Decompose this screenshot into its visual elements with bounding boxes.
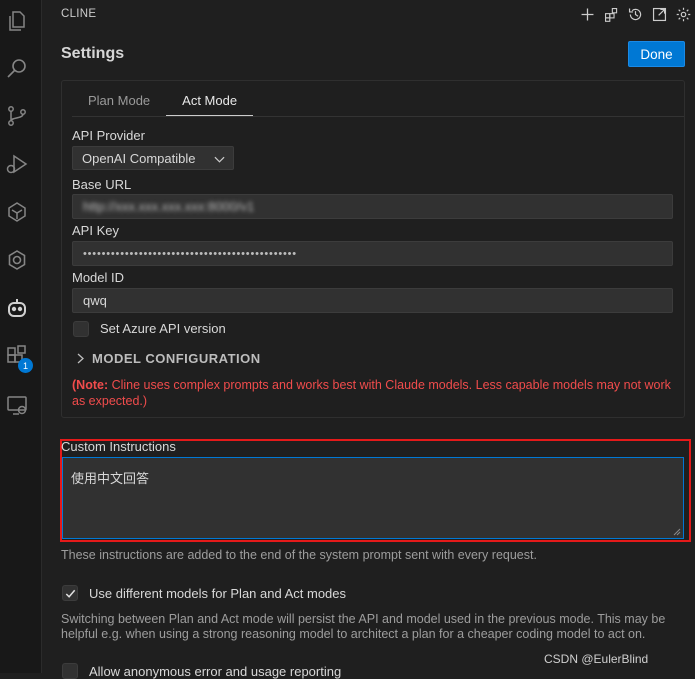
api-provider-label: API Provider bbox=[72, 128, 145, 143]
note-prefix: (Note: bbox=[72, 378, 109, 392]
ai-chat-icon[interactable] bbox=[4, 247, 30, 273]
checkmark-icon bbox=[65, 589, 75, 598]
cline-robot-icon[interactable] bbox=[4, 295, 30, 321]
telemetry-label: Allow anonymous error and usage reportin… bbox=[89, 664, 342, 679]
watermark: CSDN @EulerBlind bbox=[544, 652, 649, 666]
model-configuration-toggle[interactable]: MODEL CONFIGURATION bbox=[76, 351, 261, 366]
done-button[interactable]: Done bbox=[628, 41, 685, 67]
note-text: Cline uses complex prompts and works bes… bbox=[72, 378, 671, 408]
tab-act-mode[interactable]: Act Mode bbox=[166, 89, 254, 117]
gear-icon[interactable] bbox=[673, 4, 693, 24]
panel-toolbar bbox=[577, 4, 693, 24]
ai-assistant-icon[interactable] bbox=[4, 199, 30, 225]
api-provider-select[interactable]: OpenAI Compatible bbox=[72, 146, 234, 170]
plus-icon[interactable] bbox=[577, 4, 597, 24]
model-id-input[interactable]: qwq bbox=[72, 288, 673, 313]
model-configuration-label: MODEL CONFIGURATION bbox=[92, 351, 261, 366]
azure-api-version-checkbox[interactable] bbox=[73, 321, 89, 337]
custom-instructions-value: 使用中文回答 bbox=[71, 471, 150, 486]
api-key-input[interactable]: ••••••••••••••••••••••••••••••••••••••••… bbox=[72, 241, 673, 266]
api-key-label: API Key bbox=[72, 223, 119, 238]
model-id-value: qwq bbox=[83, 293, 107, 308]
base-url-value: http://xxx.xxx.xxx.xxx:8000/v1 bbox=[83, 199, 255, 214]
open-in-editor-icon[interactable] bbox=[649, 4, 669, 24]
custom-instructions-textarea[interactable]: 使用中文回答 bbox=[62, 457, 684, 539]
remote-explorer-icon[interactable] bbox=[4, 392, 30, 418]
extensions-badge: 1 bbox=[18, 358, 33, 373]
api-key-value: ••••••••••••••••••••••••••••••••••••••••… bbox=[83, 247, 297, 260]
plan-act-models-checkbox[interactable] bbox=[62, 585, 78, 601]
plan-act-models-label: Use different models for Plan and Act mo… bbox=[89, 586, 347, 601]
activity-bar: 1 bbox=[0, 0, 42, 673]
explorer-icon[interactable] bbox=[4, 8, 30, 34]
custom-instructions-label: Custom Instructions bbox=[61, 439, 176, 454]
plan-act-models-help: Switching between Plan and Act mode will… bbox=[61, 612, 666, 641]
model-warning-note: (Note: Cline uses complex prompts and wo… bbox=[72, 377, 672, 409]
base-url-input[interactable]: http://xxx.xxx.xxx.xxx:8000/v1 bbox=[72, 194, 673, 219]
mcp-servers-icon[interactable] bbox=[601, 4, 621, 24]
run-debug-icon[interactable] bbox=[4, 151, 30, 177]
history-icon[interactable] bbox=[625, 4, 645, 24]
api-provider-value: OpenAI Compatible bbox=[82, 150, 196, 166]
telemetry-checkbox[interactable] bbox=[62, 663, 78, 679]
resize-handle-icon[interactable] bbox=[673, 528, 681, 536]
settings-title: Settings bbox=[61, 45, 125, 62]
azure-api-version-label: Set Azure API version bbox=[100, 321, 226, 336]
tab-divider bbox=[72, 116, 684, 117]
source-control-icon[interactable] bbox=[4, 103, 30, 129]
model-id-label: Model ID bbox=[72, 270, 125, 285]
panel-title: CLINE bbox=[61, 8, 97, 20]
tab-plan-mode[interactable]: Plan Mode bbox=[72, 89, 166, 117]
mode-tabs: Plan Mode Act Mode bbox=[72, 89, 254, 117]
base-url-label: Base URL bbox=[72, 177, 132, 192]
chevron-down-icon bbox=[214, 156, 225, 163]
api-settings-card: Plan Mode Act Mode API Provider OpenAI C… bbox=[61, 80, 685, 418]
chevron-right-icon bbox=[77, 353, 84, 364]
search-icon[interactable] bbox=[4, 55, 30, 81]
custom-instructions-help: These instructions are added to the end … bbox=[61, 548, 537, 562]
cline-panel: CLINE Settings Done Plan Mode Act Mode A… bbox=[42, 0, 695, 679]
